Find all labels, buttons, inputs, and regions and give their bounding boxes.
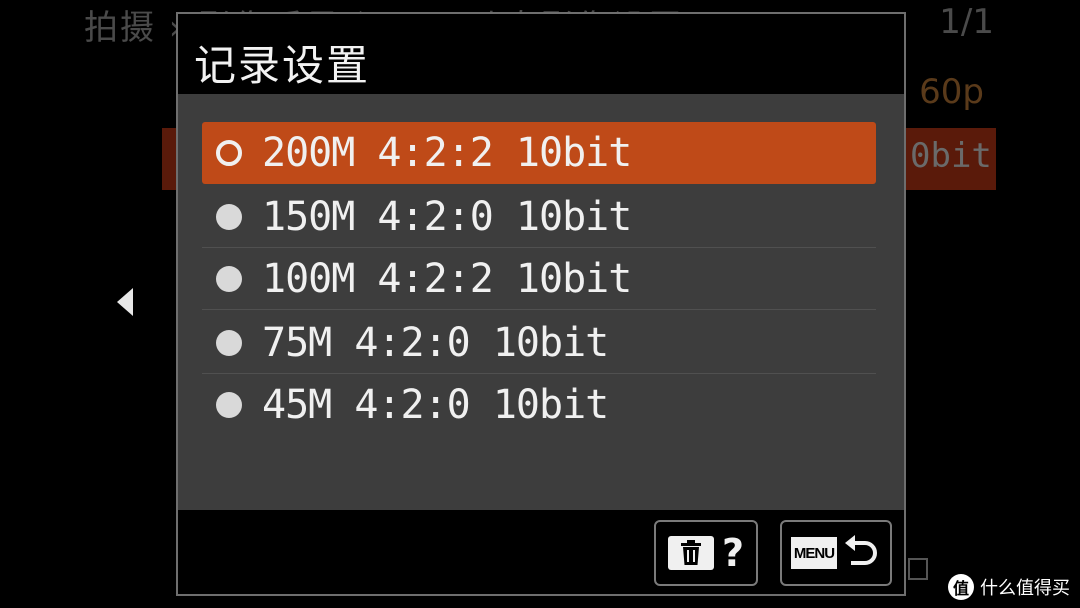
background-value-recording: 0bit — [910, 136, 992, 176]
option-100m-422-10bit[interactable]: 100M 4:2:2 10bit — [202, 248, 876, 310]
options-list: 200M 4:2:2 10bit 150M 4:2:0 10bit 100M 4… — [178, 94, 904, 510]
watermark-text: 什么值得买 — [980, 578, 1070, 599]
background-value-frame-rate: 60p — [919, 72, 984, 112]
camera-screen: 拍摄 › 影像质量/记录 › 动态影像设置 1/1 60p 0bit 记录设置 … — [0, 0, 1080, 608]
help-question-mark: ? — [721, 531, 745, 575]
radio-icon — [216, 265, 242, 292]
return-arrow-icon — [843, 533, 881, 573]
menu-label: MENU — [791, 537, 837, 569]
trash-icon — [667, 536, 714, 570]
option-200m-422-10bit[interactable]: 200M 4:2:2 10bit — [202, 122, 876, 184]
option-label: 75M 4:2:0 10bit — [262, 319, 609, 366]
option-45m-420-10bit[interactable]: 45M 4:2:0 10bit — [202, 374, 876, 436]
watermark-logo-icon: 值 — [948, 574, 974, 600]
option-label: 200M 4:2:2 10bit — [262, 130, 632, 176]
option-label: 150M 4:2:0 10bit — [262, 193, 632, 240]
option-150m-420-10bit[interactable]: 150M 4:2:0 10bit — [202, 186, 876, 248]
radio-selected-icon — [216, 140, 242, 166]
option-label: 100M 4:2:2 10bit — [262, 255, 632, 302]
option-75m-420-10bit[interactable]: 75M 4:2:0 10bit — [202, 312, 876, 374]
watermark: 值 什么值得买 — [948, 574, 1070, 600]
dialog-title: 记录设置 — [194, 41, 371, 90]
background-menu-icon — [908, 558, 928, 580]
record-setting-dialog: 记录设置 200M 4:2:2 10bit 150M 4:2:0 10bit 1… — [176, 12, 906, 596]
menu-back-button[interactable]: MENU — [780, 520, 892, 586]
delete-help-button[interactable]: ? — [654, 520, 758, 586]
radio-icon — [216, 203, 242, 230]
radio-icon — [216, 392, 242, 418]
left-arrow-icon[interactable] — [117, 288, 133, 316]
option-label: 45M 4:2:0 10bit — [262, 382, 609, 428]
radio-icon — [216, 329, 242, 356]
background-page-indicator: 1/1 — [939, 2, 994, 42]
